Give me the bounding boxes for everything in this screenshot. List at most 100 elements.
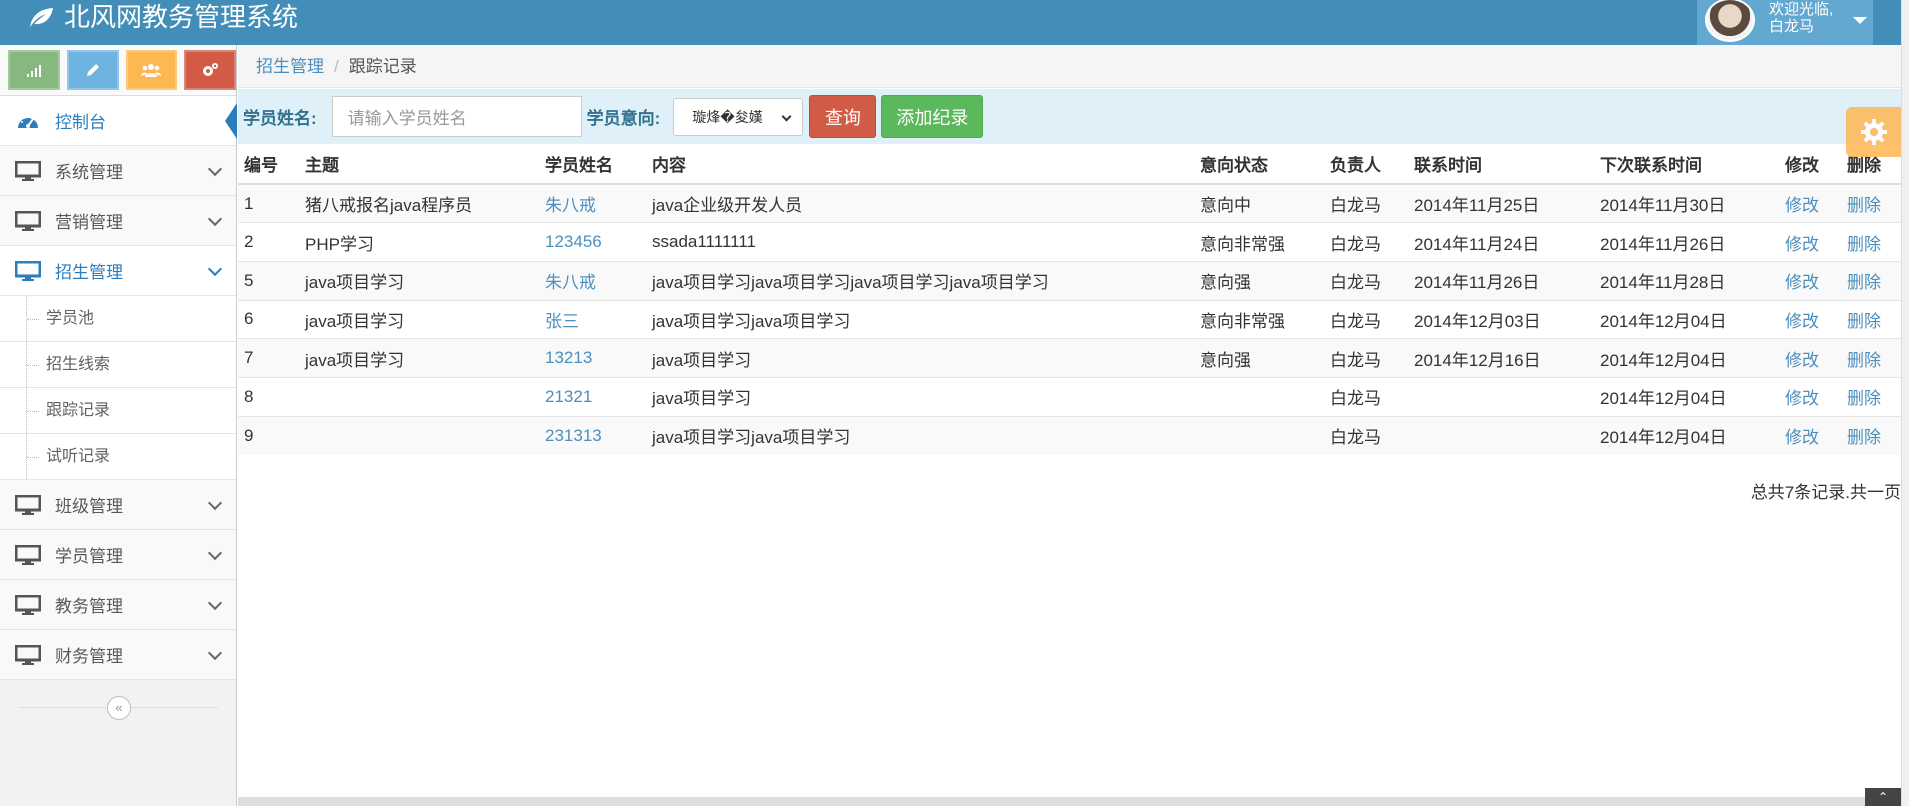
pencil-icon: [86, 64, 99, 76]
col-header-owner: 负责人: [1324, 144, 1408, 185]
cell-owner: 白龙马: [1324, 183, 1408, 223]
sidebar-subitem-student-pool[interactable]: 学员池: [0, 296, 236, 342]
add-record-button[interactable]: 添加纪录: [881, 95, 984, 138]
user-name: 白龙马: [1769, 17, 1815, 35]
breadcrumb-link-enrollment[interactable]: 招生管理: [256, 57, 324, 76]
back-to-top-button[interactable]: ⌃: [1865, 788, 1901, 806]
sidebar-item-label: 系统管理: [55, 163, 123, 182]
cell-next-contact: 2014年11月30日: [1594, 183, 1779, 223]
edit-link[interactable]: 修改: [1785, 196, 1819, 215]
brand[interactable]: 北风网教务管理系统: [26, 0, 298, 35]
edit-link[interactable]: 修改: [1785, 351, 1819, 370]
student-intent-label: 学员意向:: [586, 109, 661, 128]
edit-link[interactable]: 修改: [1785, 312, 1819, 331]
delete-link[interactable]: 删除: [1847, 428, 1881, 447]
query-button[interactable]: 查询: [809, 95, 877, 138]
chevron-down-icon: [207, 211, 223, 227]
col-header-id: 编号: [238, 144, 299, 185]
chevron-down-icon: [207, 595, 223, 611]
sidebar-item-student[interactable]: 学员管理: [0, 530, 236, 580]
desktop-icon: [14, 210, 42, 232]
app-title: 北风网教务管理系统: [64, 2, 299, 32]
cell-status: 意向强: [1194, 338, 1324, 378]
cell-next-contact: 2014年12月04日: [1594, 338, 1779, 378]
cell-content: java项目学习: [646, 338, 1194, 378]
cell-content: java项目学习java项目学习: [646, 415, 1194, 455]
cell-next-contact: 2014年12月04日: [1594, 299, 1779, 339]
delete-link[interactable]: 删除: [1847, 273, 1881, 292]
student-link[interactable]: 朱八戒: [545, 273, 596, 292]
double-angle-left-icon[interactable]: «: [107, 696, 131, 720]
shortcut-cogs-button[interactable]: [184, 50, 236, 90]
shortcut-group-button[interactable]: [125, 50, 178, 90]
vertical-scrollbar[interactable]: [1901, 0, 1909, 806]
col-header-student: 学员姓名: [539, 144, 646, 185]
cell-id: 6: [238, 299, 299, 339]
delete-link[interactable]: 删除: [1847, 196, 1881, 215]
user-menu[interactable]: 欢迎光临, 白龙马: [1697, 0, 1873, 45]
cell-content: ssada1111111: [646, 222, 1194, 262]
cell-owner: 白龙马: [1324, 260, 1408, 301]
sidebar-item-system[interactable]: 系统管理: [0, 146, 236, 196]
col-header-contact-time: 联系时间: [1408, 144, 1594, 185]
cell-id: 8: [238, 376, 299, 417]
col-header-next-contact: 下次联系时间: [1594, 144, 1779, 185]
cell-contact-time: [1408, 376, 1594, 417]
breadcrumb-separator: /: [334, 57, 339, 76]
intent-select[interactable]: 璇烽�夋嫨: [673, 97, 804, 136]
caret-down-icon: [1853, 17, 1868, 24]
student-link[interactable]: 13213: [545, 348, 592, 367]
table-row: 2 PHP学习 123456 ssada1111111 意向非常强 白龙马 20…: [238, 222, 1901, 262]
table-row: 8 21321 java项目学习 白龙马 2014年12月04日 修改 删除: [238, 376, 1901, 417]
col-header-topic: 主题: [299, 144, 539, 185]
cell-next-contact: 2014年12月04日: [1594, 376, 1779, 417]
col-header-status: 意向状态: [1194, 144, 1324, 185]
cell-contact-time: 2014年12月03日: [1408, 299, 1594, 339]
student-link[interactable]: 21321: [545, 387, 592, 406]
sidebar-subitem-tracking[interactable]: 跟踪记录: [0, 388, 236, 434]
chevron-down-icon: [207, 545, 223, 561]
cell-topic: [299, 376, 539, 417]
shortcut-signal-button[interactable]: [8, 50, 60, 90]
chevron-down-icon: [207, 645, 223, 661]
cell-status: [1194, 376, 1324, 417]
student-link[interactable]: 张三: [545, 312, 579, 331]
delete-link[interactable]: 删除: [1847, 312, 1881, 331]
sidebar-item-label: 招生管理: [55, 263, 123, 282]
sidebar: 控制台 系统管理 营销管理 招生管理 学员池 招生线索 跟踪记录 试听记录 班级…: [0, 45, 237, 806]
student-name-input[interactable]: 请输入学员姓名: [331, 96, 582, 137]
horizontal-scrollbar[interactable]: [238, 797, 1901, 806]
delete-link[interactable]: 删除: [1847, 235, 1881, 254]
sidebar-item-finance[interactable]: 财务管理: [0, 630, 236, 680]
cell-next-contact: 2014年12月04日: [1594, 415, 1779, 455]
sidebar-item-marketing[interactable]: 营销管理: [0, 196, 236, 246]
sidebar-item-label: 学员管理: [55, 547, 123, 566]
sidebar-item-enrollment[interactable]: 招生管理: [0, 246, 236, 296]
edit-link[interactable]: 修改: [1785, 273, 1819, 292]
settings-toggle-button[interactable]: [1846, 107, 1901, 157]
sidebar-subitem-leads[interactable]: 招生线索: [0, 342, 236, 388]
sidebar-item-dashboard[interactable]: 控制台: [0, 96, 237, 146]
student-link[interactable]: 123456: [545, 232, 602, 251]
sidebar-item-class[interactable]: 班级管理: [0, 480, 236, 530]
student-link[interactable]: 231313: [545, 426, 602, 445]
shortcut-pencil-button[interactable]: [66, 50, 119, 90]
tracking-table: 编号 主题 学员姓名 内容 意向状态 负责人 联系时间 下次联系时间 修改 删除…: [238, 144, 1901, 455]
sidebar-subitem-trial[interactable]: 试听记录: [0, 434, 236, 480]
student-link[interactable]: 朱八戒: [545, 196, 596, 215]
edit-link[interactable]: 修改: [1785, 389, 1819, 408]
edit-link[interactable]: 修改: [1785, 235, 1819, 254]
edit-link[interactable]: 修改: [1785, 428, 1819, 447]
search-bar: 学员姓名: 请输入学员姓名 学员意向: 璇烽�夋嫨 查询 添加纪录: [238, 89, 1901, 144]
cell-contact-time: 2014年11月24日: [1408, 222, 1594, 262]
cell-status: [1194, 415, 1324, 455]
delete-link[interactable]: 删除: [1847, 389, 1881, 408]
breadcrumb: 招生管理 / 跟踪记录: [238, 45, 1901, 88]
delete-link[interactable]: 删除: [1847, 351, 1881, 370]
cell-id: 9: [238, 415, 299, 455]
cell-id: 1: [238, 183, 299, 223]
chevron-down-icon: [207, 161, 223, 177]
cell-topic: [299, 415, 539, 455]
sidebar-item-academic[interactable]: 教务管理: [0, 580, 236, 630]
col-header-edit: 修改: [1779, 144, 1841, 185]
